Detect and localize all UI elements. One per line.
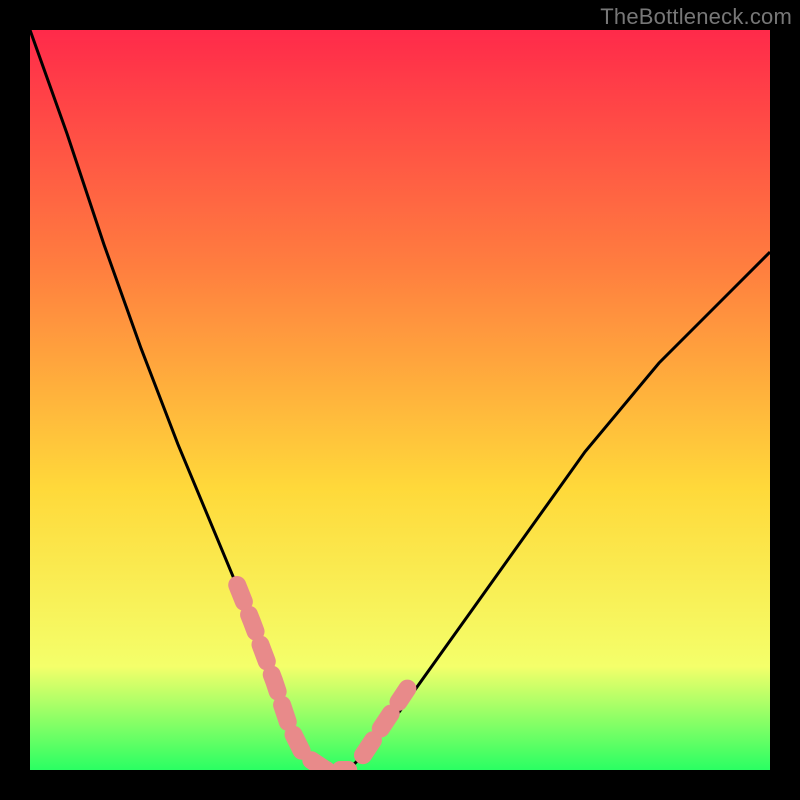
- plot-area: [30, 30, 770, 770]
- chart-frame: TheBottleneck.com: [0, 0, 800, 800]
- bottleneck-chart: [30, 30, 770, 770]
- heatmap-background: [30, 30, 770, 770]
- watermark-text: TheBottleneck.com: [600, 4, 792, 30]
